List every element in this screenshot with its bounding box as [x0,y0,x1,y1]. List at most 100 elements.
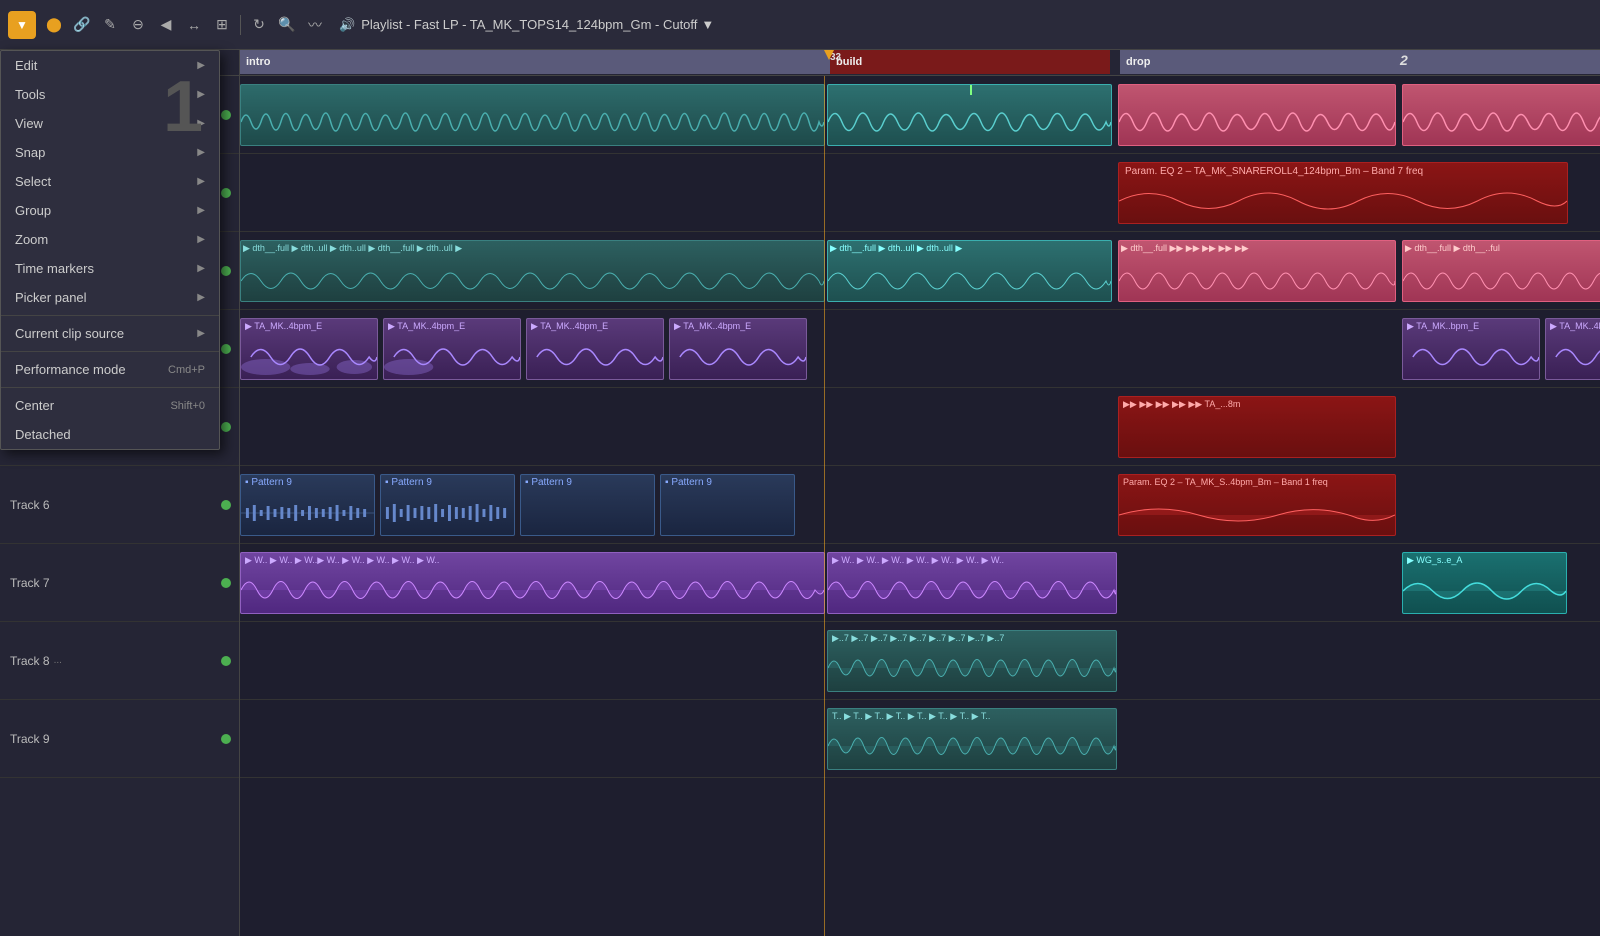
clip-t6-1[interactable]: ▪ Pattern 9 [240,474,375,536]
menu-arrow-snap: ▶ [197,147,205,158]
clip-t7-intro[interactable]: ▶ W.. ▶ W.. ▶ W..▶ W.. ▶ W.. ▶ W.. ▶ W..… [240,552,825,614]
menu-item-detached[interactable]: Detached [1,420,219,449]
clip-t6-drop[interactable]: Param. EQ 2 – TA_MK_S..4bpm_Bm – Band 1 … [1118,474,1396,536]
clip-t3-drop1[interactable]: ▶ dth__.full ▶▶ ▶▶ ▶▶ ▶▶ ▶▶ [1118,240,1396,302]
clip-t4-4[interactable]: ▶ TA_MK..4bpm_E [669,318,807,380]
menu-arrow-current-clip: ▶ [197,328,205,339]
menu-item-time-markers[interactable]: Time markers ▶ [1,254,219,283]
menu-item-center[interactable]: Center Shift+0 [1,391,219,420]
arrows-icon[interactable]: ↔ [182,13,206,37]
track-active-dot-5 [221,422,231,432]
playhead-triangle [824,50,834,60]
track-row-8: ▶..7 ▶..7 ▶..7 ▶..7 ▶..7 ▶..7 ▶..7 ▶..7 … [240,622,1600,700]
loop-icon[interactable]: ↻ [247,13,271,37]
track-active-dot-4 [221,344,231,354]
clip-t9-build[interactable]: T.. ▶ T.. ▶ T.. ▶ T.. ▶ T.. ▶ T.. ▶ T.. … [827,708,1117,770]
track-active-dot-3 [221,266,231,276]
clip-t5-drop[interactable]: ▶▶ ▶▶ ▶▶ ▶▶ ▶▶ TA_...8m [1118,396,1396,458]
clip-t4-6[interactable]: ▶ TA_MK..4bpm_E [1545,318,1600,380]
track-label-9[interactable]: Track 9 [0,700,239,778]
clip-t2-drop[interactable]: Param. EQ 2 – TA_MK_SNAREROLL4_124bpm_Bm… [1118,162,1568,224]
dropdown-arrow: ▼ [16,18,28,32]
clip-t6-3[interactable]: ▪ Pattern 9 [520,474,655,536]
title-dropdown-arrow[interactable]: ▼ [701,17,714,32]
track-row-5: ▶▶ ▶▶ ▶▶ ▶▶ ▶▶ TA_...8m [240,388,1600,466]
track-area: ck 1 ck 2 ck 3 ck 4 Track 5 Track 6 Trac… [0,76,1600,936]
track-row-1 [240,76,1600,154]
playlist-title: 🔊 Playlist - Fast LP - TA_MK_TOPS14_124b… [339,17,714,33]
playlist-name: Playlist - Fast LP - TA_MK_TOPS14_124bpm… [361,17,697,32]
clip-t1-drop1[interactable] [1118,84,1396,146]
record-icon[interactable]: ⬤ [42,13,66,37]
track-row-2: Param. EQ 2 – TA_MK_SNAREROLL4_124bpm_Bm… [240,154,1600,232]
menu-item-view[interactable]: View ▶ [1,109,219,138]
clip-t6-2[interactable]: ▪ Pattern 9 [380,474,515,536]
track-row-7: ▶ W.. ▶ W.. ▶ W..▶ W.. ▶ W.. ▶ W.. ▶ W..… [240,544,1600,622]
menu-arrow-edit: ▶ [197,60,205,71]
menu-item-snap[interactable]: Snap ▶ [1,138,219,167]
top-bar: ▼ ⬤ 🔗 ✎ ⊖ ◀ ↔ ⊞ ↻ 🔍 〰 🔊 Playlist - Fast … [0,0,1600,50]
clip-t3-drop2[interactable]: ▶ dth__.full ▶ dth__..ful [1402,240,1600,302]
menu-arrow-view: ▶ [197,118,205,129]
track-active-dot-6 [221,500,231,510]
track-label-6[interactable]: Track 6 [0,466,239,544]
waveform-t2 [1119,181,1567,221]
clip-t8-build[interactable]: ▶..7 ▶..7 ▶..7 ▶..7 ▶..7 ▶..7 ▶..7 ▶..7 … [827,630,1117,692]
menu-separator-1 [1,315,219,316]
clip-t1-drop2[interactable] [1402,84,1600,146]
track-row-9: T.. ▶ T.. ▶ T.. ▶ T.. ▶ T.. ▶ T.. ▶ T.. … [240,700,1600,778]
wave-icon[interactable]: 〰 [303,13,327,37]
clip-t3-build[interactable]: ▶ dth__.full ▶ dth..ull ▶ dth..ull ▶ [827,240,1112,302]
main-menu: 1 Edit ▶ Tools ▶ View ▶ Snap ▶ Select ▶ … [0,50,220,450]
menu-item-group[interactable]: Group ▶ [1,196,219,225]
grid-icon[interactable]: ⊞ [210,13,234,37]
menu-item-zoom[interactable]: Zoom ▶ [1,225,219,254]
menu-arrow-select: ▶ [197,176,205,187]
menu-arrow-time-markers: ▶ [197,263,205,274]
track-row-4: ▶ TA_MK..4bpm_E ▶ TA_MK..4bpm_E ▶ TA_MK.… [240,310,1600,388]
menu-item-current-clip-source[interactable]: Current clip source ▶ [1,319,219,348]
magnet-icon[interactable]: 🔗 [70,13,94,37]
menu-arrow-zoom: ▶ [197,234,205,245]
clip-t6-4[interactable]: ▪ Pattern 9 [660,474,795,536]
track-active-dot-2 [221,188,231,198]
clip-t1-build[interactable] [827,84,1112,146]
waveform-t1-drop1 [1119,100,1395,145]
menu-item-performance-mode[interactable]: Performance mode Cmd+P [1,355,219,384]
zoom-icon[interactable]: 🔍 [275,13,299,37]
menu-item-tools[interactable]: Tools ▶ [1,80,219,109]
clip-t4-1[interactable]: ▶ TA_MK..4bpm_E [240,318,378,380]
clip-t3-intro[interactable]: ▶ dth__.full ▶ dth..ull ▶ dth..ull ▶ dth… [240,240,825,302]
menu-item-picker-panel[interactable]: Picker panel ▶ [1,283,219,312]
clip-t4-2[interactable]: ▶ TA_MK..4bpm_E [383,318,521,380]
track-row-6: ▪ Pattern 9 [240,466,1600,544]
clip-t4-5[interactable]: ▶ TA_MK..bpm_E [1402,318,1540,380]
speaker-symbol: 🔊 [339,17,355,33]
menu-item-edit[interactable]: Edit ▶ [1,51,219,80]
track-label-7[interactable]: Track 7 [0,544,239,622]
section-build: build [830,50,1110,74]
track-active-dot-1 [221,110,231,120]
track-label-8[interactable]: Track 8 ... [0,622,239,700]
clip-t7-build[interactable]: ▶ W.. ▶ W.. ▶ W.. ▶ W.. ▶ W.. ▶ W.. ▶ W.… [827,552,1117,614]
track-active-dot-9 [221,734,231,744]
clip-pin-marker [970,85,972,95]
clip-t7-drop[interactable]: ▶ WG_s..e_A [1402,552,1567,614]
bar-marker-2: 2 [1400,52,1408,68]
section-intro: intro [240,50,830,74]
cut-icon[interactable]: ⊖ [126,13,150,37]
separator-1 [240,15,241,35]
waveform-t1-drop2 [1403,100,1600,145]
menu-item-select[interactable]: Select ▶ [1,167,219,196]
menu-separator-3 [1,387,219,388]
menu-arrow-tools: ▶ [197,89,205,100]
waveform-t1-build [828,100,1111,145]
pencil-icon[interactable]: ✎ [98,13,122,37]
waveform-t1-intro [241,100,824,145]
track-active-dot-8 [221,656,231,666]
menu-button[interactable]: ▼ [8,11,36,39]
clip-t4-3[interactable]: ▶ TA_MK..4bpm_E [526,318,664,380]
menu-arrow-group: ▶ [197,205,205,216]
clip-t1-intro[interactable] [240,84,825,146]
speaker-icon[interactable]: ◀ [154,13,178,37]
